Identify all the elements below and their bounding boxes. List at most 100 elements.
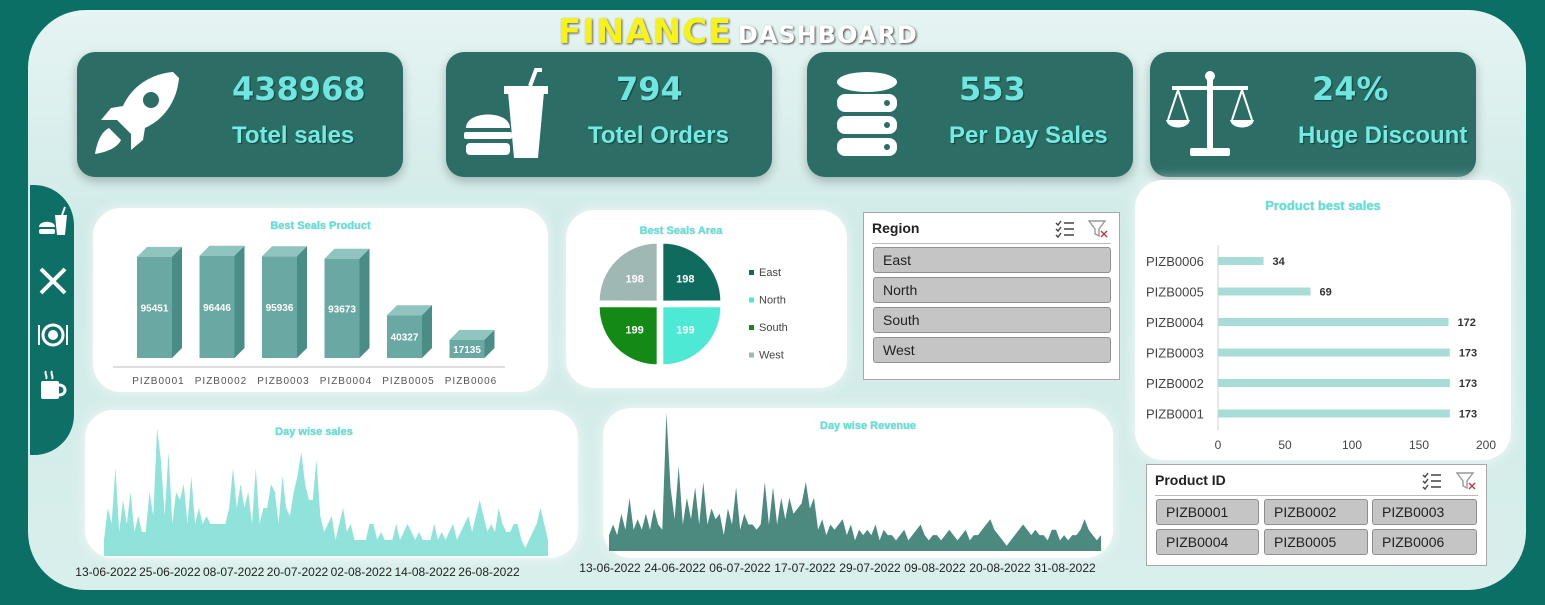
y-tick-label: PIZB0005 (1146, 285, 1204, 300)
slicer-header: Product ID (1155, 472, 1226, 488)
multi-select-icon[interactable] (1421, 471, 1443, 491)
x-tick-label: PIZB0002 (195, 376, 247, 387)
y-tick-label: PIZB0001 (1146, 407, 1204, 422)
burger-drink-icon (39, 206, 67, 235)
product-item-pizb0005[interactable]: PIZB0005 (1264, 529, 1368, 555)
clear-filter-icon[interactable] (1087, 219, 1109, 239)
rocket-icon (95, 72, 179, 154)
legend-swatch (749, 352, 754, 358)
legend-swatch (749, 270, 754, 275)
bar (1218, 257, 1264, 265)
dashboard-title: FINANCE DASHBOARD (558, 12, 918, 52)
data-label: 69 (1319, 287, 1331, 299)
region-item-north[interactable]: North (873, 277, 1111, 303)
title-dashboard: DASHBOARD (737, 21, 918, 49)
bar-side (359, 248, 370, 358)
data-label: 198 (676, 274, 694, 286)
coffee-cup-icon (41, 370, 67, 399)
bar (1218, 348, 1450, 357)
pie-slice (662, 242, 722, 302)
kpi-label: Huge Discount (1298, 122, 1468, 149)
legend-swatch (749, 325, 754, 330)
legend-swatch (749, 297, 754, 303)
x-tick-label: 100 (1342, 438, 1362, 452)
legend-label: East (759, 267, 781, 279)
kpi-value: 438968 (232, 70, 366, 108)
x-tick-label: 200 (1476, 438, 1496, 452)
legend-label: West (759, 350, 784, 362)
product-id-slicer: Product ID PIZB0001 PIZB0002 PIZB0003 PI… (1146, 464, 1487, 566)
data-label: 95936 (266, 303, 294, 314)
product-best-sales-card: Product best sales PIZB0006 34 PIZB0005 69 P… (1135, 180, 1511, 460)
slicer-divider (872, 243, 1111, 244)
x-tick-label: PIZB0005 (382, 376, 434, 387)
bar (1218, 318, 1449, 326)
clear-filter-icon[interactable] (1455, 471, 1477, 491)
data-label: 96446 (203, 303, 231, 314)
day-wise-sales-card: Day wise sales (85, 410, 578, 558)
product-item-pizb0001[interactable]: PIZB0001 (1156, 499, 1259, 525)
dining-plate-icon (38, 323, 68, 347)
kpi-label: Totel Orders (588, 122, 729, 149)
x-tick-label: PIZB0006 (445, 376, 497, 387)
product-item-pizb0003[interactable]: PIZB0003 (1372, 499, 1477, 525)
product-item-pizb0002[interactable]: PIZB0002 (1264, 499, 1368, 525)
x-tick-label: PIZB0003 (257, 376, 309, 387)
bar (1218, 379, 1450, 387)
chart-title: Day wise Revenue (820, 420, 916, 432)
product-item-pizb0006[interactable]: PIZB0006 (1372, 529, 1477, 555)
region-item-east[interactable]: East (873, 247, 1111, 273)
kpi-huge-discount: 24% Huge Discount (1150, 52, 1476, 177)
data-label: 199 (625, 324, 643, 336)
x-tick-label: 150 (1409, 438, 1429, 452)
chart-title: Day wise sales (275, 426, 353, 438)
slicer-header: Region (872, 220, 920, 236)
region-slicer: Region East North South West (863, 212, 1120, 380)
legend-label: North (759, 295, 786, 307)
data-label: 17135 (453, 345, 481, 356)
best-seals-area-card: Best Seals Area 198 199 199 198 East North Sou… (566, 210, 847, 388)
scale-icon (1166, 71, 1254, 156)
y-tick-label: PIZB0006 (1146, 254, 1204, 269)
best-seals-area-chart: 198 199 199 198 East North South West (598, 242, 788, 366)
data-label: 172 (1457, 317, 1475, 329)
data-label: 173 (1459, 409, 1477, 421)
data-label: 34 (1273, 256, 1286, 268)
kpi-value: 24% (1312, 70, 1389, 108)
data-label: 93673 (328, 304, 356, 315)
title-finance: FINANCE (558, 12, 733, 52)
multi-select-icon[interactable] (1054, 219, 1076, 239)
kpi-value: 553 (959, 70, 1026, 108)
product-item-pizb0004[interactable]: PIZB0004 (1156, 529, 1259, 555)
bar-side (234, 245, 245, 358)
kpi-total-orders: 794 Totel Orders (446, 52, 772, 177)
x-tick-label: PIZB0004 (320, 376, 372, 387)
slicer-divider (1155, 495, 1478, 496)
x-tick-label: 50 (1278, 438, 1292, 452)
region-item-west[interactable]: West (873, 337, 1111, 363)
best-seals-product-card: Best Seals Product 95451 PIZB0001 96446 PIZ… (93, 208, 548, 392)
x-tick-label: PIZB0001 (132, 376, 184, 387)
data-label: 199 (676, 324, 694, 336)
bar-side (172, 246, 182, 358)
x-tick-label: 0 (1215, 438, 1222, 452)
pie-slice (598, 242, 658, 302)
product-best-sales-chart: PIZB0006 34 PIZB0005 69 PIZB0004 172 PIZB0003 1… (1146, 245, 1496, 452)
fork-knife-icon (39, 267, 67, 295)
data-label: 173 (1459, 378, 1477, 390)
data-label: 198 (625, 274, 643, 286)
region-item-south[interactable]: South (873, 307, 1111, 333)
kpi-label: Per Day Sales (949, 122, 1108, 149)
y-tick-label: PIZB0002 (1146, 376, 1204, 391)
legend-label: South (759, 322, 788, 334)
bar-side (297, 246, 307, 358)
bar (1218, 287, 1311, 296)
kpi-per-day-sales: 553 Per Day Sales (807, 52, 1133, 177)
fast-food-icon (464, 68, 548, 158)
database-icon (837, 72, 897, 156)
bar (1218, 409, 1450, 418)
kpi-label: Totel sales (232, 122, 355, 149)
data-label: 40327 (391, 333, 419, 344)
data-label: 95451 (141, 303, 169, 314)
kpi-total-sales: 438968 Totel sales (77, 52, 403, 177)
